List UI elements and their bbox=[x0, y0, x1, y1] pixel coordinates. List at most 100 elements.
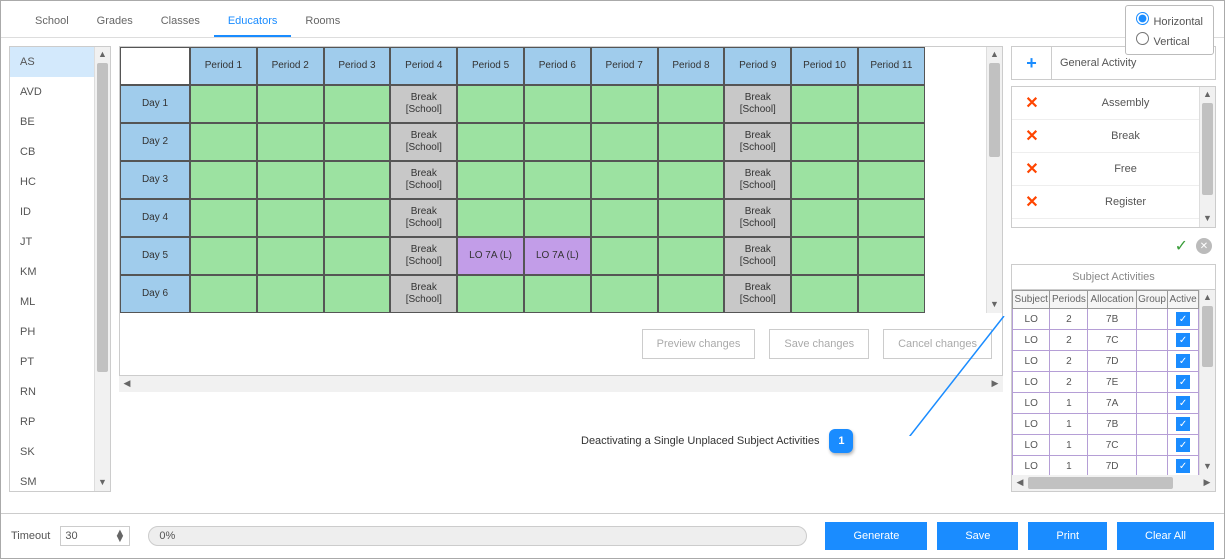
timetable-cell[interactable] bbox=[591, 275, 658, 313]
delete-activity-icon[interactable]: ✕ bbox=[1012, 93, 1052, 113]
timetable-cell[interactable] bbox=[190, 161, 257, 199]
subject-row[interactable]: LO27C✓ bbox=[1013, 330, 1199, 351]
timetable-cell[interactable]: LO 7A (L) bbox=[457, 237, 524, 275]
timetable-cell[interactable] bbox=[858, 237, 925, 275]
scroll-left-icon[interactable]: ◀ bbox=[119, 376, 135, 392]
subject-hscroll[interactable]: ◀ ▶ bbox=[1012, 475, 1215, 491]
timetable-cell[interactable]: Break[School] bbox=[724, 123, 791, 161]
scroll-up-icon[interactable]: ▲ bbox=[1200, 87, 1215, 103]
timetable-cell[interactable] bbox=[457, 199, 524, 237]
subject-row[interactable]: LO27D✓ bbox=[1013, 351, 1199, 372]
cancel-changes-button[interactable]: Cancel changes bbox=[883, 329, 992, 359]
timetable-cell[interactable] bbox=[190, 85, 257, 123]
educator-item-pt[interactable]: PT bbox=[10, 347, 94, 377]
add-activity-icon[interactable]: + bbox=[1012, 47, 1052, 79]
educator-item-rn[interactable]: RN bbox=[10, 377, 94, 407]
active-checkbox[interactable]: ✓ bbox=[1176, 312, 1190, 326]
timetable-cell[interactable] bbox=[524, 275, 591, 313]
timetable-cell[interactable] bbox=[524, 85, 591, 123]
timetable-cell[interactable] bbox=[658, 237, 725, 275]
timetable-cell[interactable] bbox=[324, 161, 391, 199]
scroll-down-icon[interactable]: ▼ bbox=[1200, 459, 1215, 475]
timetable-cell[interactable] bbox=[858, 199, 925, 237]
timetable-cell[interactable]: Break[School] bbox=[724, 275, 791, 313]
timetable-cell[interactable] bbox=[858, 123, 925, 161]
timetable-cell[interactable] bbox=[190, 275, 257, 313]
timetable-cell[interactable]: Break[School] bbox=[390, 275, 457, 313]
tab-classes[interactable]: Classes bbox=[147, 7, 214, 37]
subject-row[interactable]: LO17C✓ bbox=[1013, 435, 1199, 456]
grid-hscroll[interactable]: ◀ ▶ bbox=[119, 376, 1003, 392]
educator-item-sk[interactable]: SK bbox=[10, 437, 94, 467]
close-icon[interactable]: ✕ bbox=[1196, 238, 1212, 254]
tab-grades[interactable]: Grades bbox=[83, 7, 147, 37]
timetable-cell[interactable]: Break[School] bbox=[390, 123, 457, 161]
timetable-cell[interactable] bbox=[324, 123, 391, 161]
subject-row[interactable]: LO27E✓ bbox=[1013, 372, 1199, 393]
scroll-right-icon[interactable]: ▶ bbox=[987, 376, 1003, 392]
timetable-cell[interactable]: Break[School] bbox=[724, 161, 791, 199]
active-checkbox[interactable]: ✓ bbox=[1176, 333, 1190, 347]
timetable-cell[interactable] bbox=[791, 85, 858, 123]
active-checkbox[interactable]: ✓ bbox=[1176, 396, 1190, 410]
save-changes-button[interactable]: Save changes bbox=[769, 329, 869, 359]
scroll-right-icon[interactable]: ▶ bbox=[1199, 475, 1215, 491]
scroll-up-icon[interactable]: ▲ bbox=[987, 47, 1002, 63]
timetable-cell[interactable] bbox=[257, 199, 324, 237]
clear-all-button[interactable]: Clear All bbox=[1117, 522, 1214, 550]
scroll-down-icon[interactable]: ▼ bbox=[987, 297, 1002, 313]
scroll-left-icon[interactable]: ◀ bbox=[1012, 475, 1028, 491]
timetable-cell[interactable] bbox=[324, 85, 391, 123]
save-button[interactable]: Save bbox=[937, 522, 1018, 550]
subject-row[interactable]: LO27B✓ bbox=[1013, 309, 1199, 330]
timetable-cell[interactable]: Break[School] bbox=[724, 237, 791, 275]
activity-label[interactable]: Free bbox=[1052, 163, 1199, 175]
timetable-cell[interactable] bbox=[257, 161, 324, 199]
timetable-cell[interactable]: Break[School] bbox=[390, 237, 457, 275]
timetable-cell[interactable] bbox=[324, 237, 391, 275]
timetable-cell[interactable] bbox=[858, 275, 925, 313]
preview-changes-button[interactable]: Preview changes bbox=[642, 329, 756, 359]
scroll-up-icon[interactable]: ▲ bbox=[1200, 290, 1215, 306]
educator-item-be[interactable]: BE bbox=[10, 107, 94, 137]
educator-item-km[interactable]: KM bbox=[10, 257, 94, 287]
timetable-cell[interactable] bbox=[324, 199, 391, 237]
timetable-cell[interactable]: Break[School] bbox=[724, 85, 791, 123]
timetable-cell[interactable] bbox=[858, 161, 925, 199]
grid-vscroll[interactable]: ▲ ▼ bbox=[986, 47, 1002, 313]
active-checkbox[interactable]: ✓ bbox=[1176, 417, 1190, 431]
subject-scrollbar[interactable]: ▲ ▼ bbox=[1199, 290, 1215, 475]
timetable-cell[interactable]: Break[School] bbox=[724, 199, 791, 237]
timetable-cell[interactable] bbox=[591, 199, 658, 237]
timetable-cell[interactable] bbox=[324, 275, 391, 313]
delete-activity-icon[interactable]: ✕ bbox=[1012, 126, 1052, 146]
timetable-cell[interactable] bbox=[858, 85, 925, 123]
timetable-cell[interactable] bbox=[257, 237, 324, 275]
timetable-cell[interactable] bbox=[591, 123, 658, 161]
scroll-down-icon[interactable]: ▼ bbox=[1200, 211, 1215, 227]
educator-item-ml[interactable]: ML bbox=[10, 287, 94, 317]
check-icon[interactable]: ✓ bbox=[1175, 236, 1188, 256]
educator-item-hc[interactable]: HC bbox=[10, 167, 94, 197]
timetable-cell[interactable] bbox=[190, 123, 257, 161]
educator-item-jt[interactable]: JT bbox=[10, 227, 94, 257]
educator-item-cb[interactable]: CB bbox=[10, 137, 94, 167]
tab-educators[interactable]: Educators bbox=[214, 7, 292, 37]
generate-button[interactable]: Generate bbox=[825, 522, 927, 550]
timetable-cell[interactable] bbox=[457, 161, 524, 199]
timetable-cell[interactable] bbox=[257, 275, 324, 313]
timetable-cell[interactable] bbox=[457, 275, 524, 313]
timetable-cell[interactable] bbox=[591, 85, 658, 123]
timeout-input[interactable]: 30 ▲▼ bbox=[60, 526, 130, 546]
timetable-cell[interactable]: LO 7A (L) bbox=[524, 237, 591, 275]
activity-label[interactable]: Assembly bbox=[1052, 97, 1199, 109]
educator-item-as[interactable]: AS bbox=[10, 47, 94, 77]
delete-activity-icon[interactable]: ✕ bbox=[1012, 192, 1052, 212]
timetable-cell[interactable] bbox=[658, 275, 725, 313]
activity-scrollbar[interactable]: ▲ ▼ bbox=[1199, 87, 1215, 227]
active-checkbox[interactable]: ✓ bbox=[1176, 375, 1190, 389]
timetable-cell[interactable] bbox=[524, 123, 591, 161]
orientation-vertical[interactable]: Vertical bbox=[1132, 30, 1207, 50]
timetable-cell[interactable] bbox=[791, 275, 858, 313]
timetable-cell[interactable] bbox=[791, 123, 858, 161]
